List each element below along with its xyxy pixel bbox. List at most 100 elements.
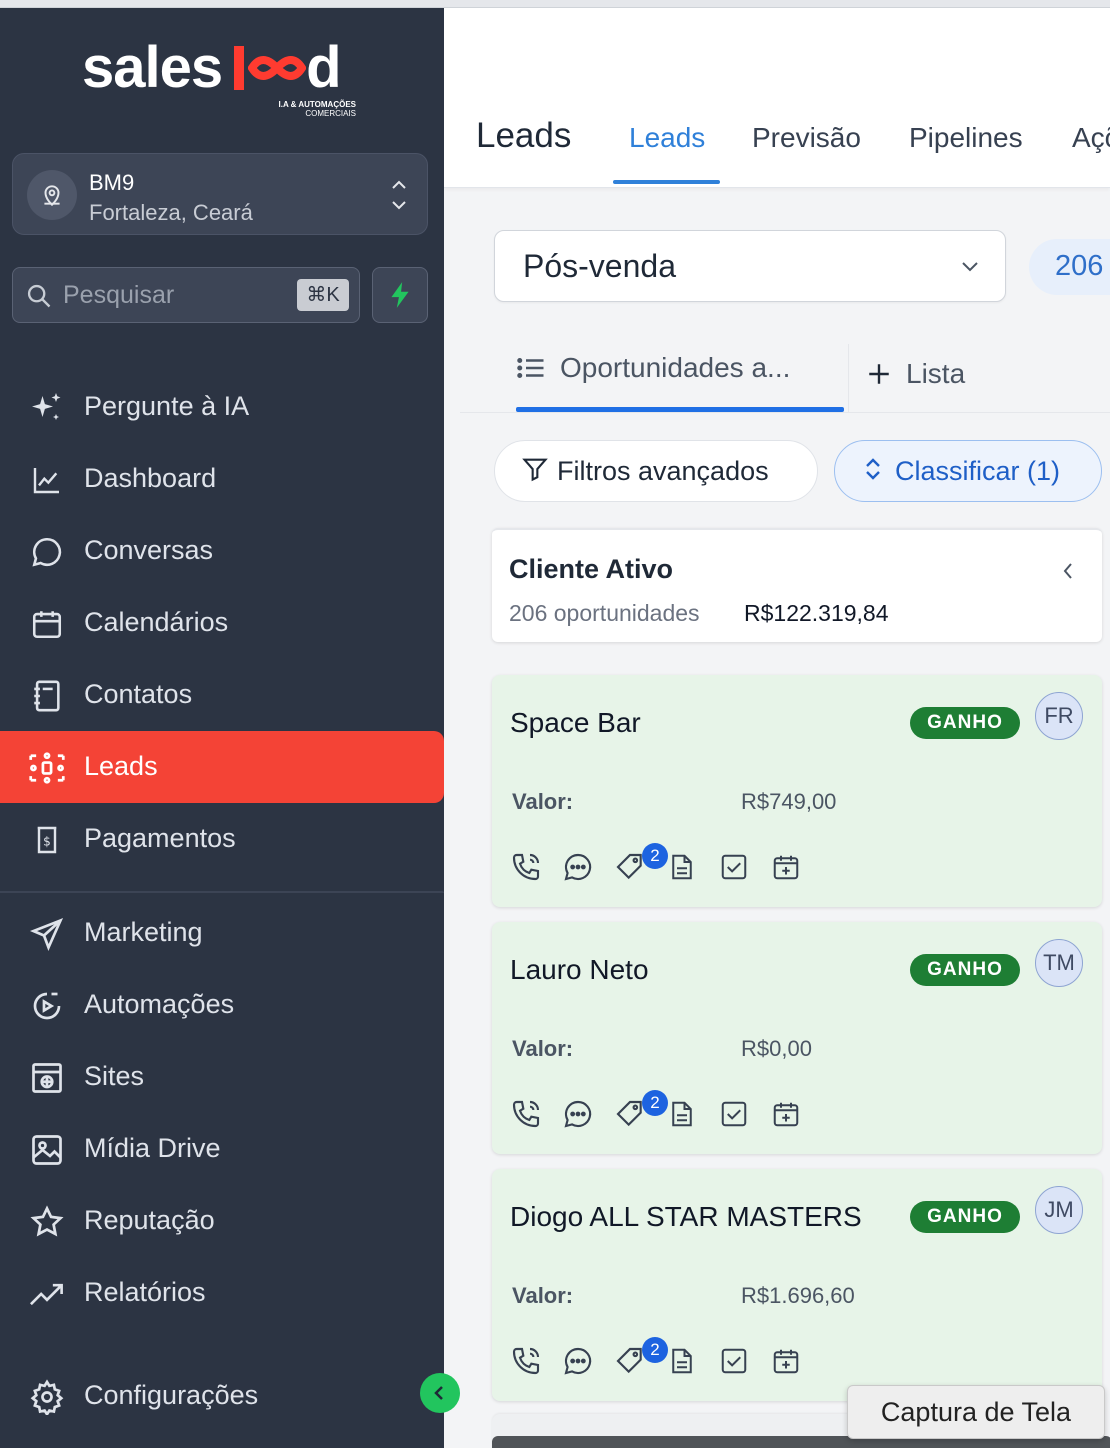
nav-item-contatos[interactable]: Contatos (0, 659, 444, 731)
chat-bubble-icon (28, 533, 66, 571)
browser-top-strip (0, 0, 1110, 8)
chevron-down-icon (959, 255, 981, 282)
gear-icon (28, 1378, 66, 1416)
page-title: Leads (476, 116, 572, 155)
search-input[interactable]: Pesquisar ⌘K (12, 267, 360, 323)
calendar-add-icon[interactable] (768, 849, 804, 885)
tab-acoes[interactable]: Açõ (1072, 122, 1110, 154)
advanced-filters-button[interactable]: Filtros avançados (494, 440, 818, 502)
nav-label: Relatórios (84, 1277, 206, 1307)
nav-item-configuracoes[interactable]: Configurações (0, 1360, 444, 1432)
nav-label: Pagamentos (84, 823, 236, 853)
location-city: Fortaleza, Ceará (89, 200, 253, 225)
opportunity-name: Lauro Neto (510, 954, 649, 985)
view-tab-opportunities[interactable]: Oportunidades a... (516, 352, 790, 384)
leads-network-icon (28, 749, 66, 787)
phone-call-icon[interactable] (508, 1343, 544, 1379)
globe-window-icon (28, 1059, 66, 1097)
opportunity-card[interactable]: Lauro Neto GANHO TM Valor: R$0,00 2 (492, 922, 1102, 1154)
nav-label: Configurações (84, 1380, 259, 1410)
owner-avatar[interactable]: TM (1035, 939, 1083, 987)
message-icon[interactable] (560, 1096, 596, 1132)
opportunity-name: Space Bar (510, 707, 641, 738)
calendar-add-icon[interactable] (768, 1343, 804, 1379)
status-badge: GANHO (910, 707, 1020, 739)
task-checkbox-icon[interactable] (716, 1343, 752, 1379)
nav-item-conversas[interactable]: Conversas (0, 515, 444, 587)
image-icon (28, 1131, 66, 1169)
value-label: Valor: (512, 789, 574, 814)
location-switcher[interactable]: BM9 Fortaleza, Ceará (12, 153, 428, 235)
nav-label: Marketing (84, 917, 203, 947)
pipeline-select[interactable]: Pós-venda (494, 230, 1006, 302)
nav-item-automacoes[interactable]: Automações (0, 969, 444, 1041)
brand-logo[interactable]: sales d I.A & AUTOMAÇÕES COMERCIAIS (82, 38, 362, 126)
stage-title: Cliente Ativo (509, 554, 674, 584)
message-icon[interactable] (560, 1343, 596, 1379)
sidebar-collapse-button[interactable] (420, 1373, 460, 1413)
view-tab-label: Oportunidades a... (560, 352, 791, 383)
nav-item-marketing[interactable]: Marketing (0, 897, 444, 969)
nav-label: Conversas (84, 535, 214, 565)
sidebar: sales d I.A & AUTOMAÇÕES COMERCIAIS BM9 F… (0, 8, 444, 1448)
task-checkbox-icon[interactable] (716, 849, 752, 885)
lightning-bolt-icon (391, 282, 409, 308)
nav-item-dashboard[interactable]: Dashboard (0, 443, 444, 515)
status-badge: GANHO (910, 1201, 1020, 1233)
opportunity-card[interactable]: Diogo ALL STAR MASTERS GANHO JM Valor: R… (492, 1169, 1102, 1401)
owner-avatar[interactable]: FR (1035, 692, 1083, 740)
page-header: Leads Leads Previsão Pipelines Açõ (444, 8, 1110, 188)
note-document-icon[interactable] (664, 1096, 700, 1132)
nav-item-midia-drive[interactable]: Mídia Drive (0, 1113, 444, 1185)
add-list-label: Lista (906, 358, 966, 389)
value-label: Valor: (512, 1283, 574, 1308)
sparkles-icon (28, 389, 66, 427)
nav-item-calendarios[interactable]: Calendários (0, 587, 444, 659)
phone-call-icon[interactable] (508, 849, 544, 885)
nav-item-leads[interactable]: Leads (0, 731, 444, 803)
nav-label: Leads (84, 751, 158, 781)
note-document-icon[interactable] (664, 849, 700, 885)
chevron-left-icon[interactable] (1060, 560, 1076, 587)
tab-leads[interactable]: Leads (629, 122, 705, 154)
screenshot-tooltip: Captura de Tela (847, 1385, 1105, 1439)
filter-icon (521, 455, 549, 488)
nav-item-relatorios[interactable]: Relatórios (0, 1257, 444, 1329)
tab-pipelines[interactable]: Pipelines (909, 122, 1023, 154)
stage-total-value: R$122.319,84 (744, 600, 889, 626)
nav-item-sites[interactable]: Sites (0, 1041, 444, 1113)
value-label: Valor: (512, 1036, 574, 1061)
calendar-add-icon[interactable] (768, 1096, 804, 1132)
svg-text:$: $ (43, 834, 51, 848)
stage-count: 206 oportunidades (509, 600, 700, 626)
phone-call-icon[interactable] (508, 1096, 544, 1132)
sort-label: Classificar (1) (895, 455, 1061, 486)
nav-item-pagamentos[interactable]: $ Pagamentos (0, 803, 444, 875)
nav-label: Reputação (84, 1205, 215, 1235)
nav-item-pergunte-ia[interactable]: Pergunte à IA (0, 371, 444, 443)
logo-wordmark: sales d (82, 35, 342, 100)
search-placeholder: Pesquisar (63, 281, 175, 309)
quick-actions-button[interactable] (372, 267, 428, 323)
calendar-icon (28, 605, 66, 643)
note-document-icon[interactable] (664, 1343, 700, 1379)
view-divider (848, 344, 849, 412)
sidebar-divider (0, 891, 444, 893)
opportunity-name: Diogo ALL STAR MASTERS (510, 1201, 862, 1232)
card-actions: 2 (508, 1337, 828, 1379)
add-list-button[interactable]: Lista (866, 358, 965, 390)
task-checkbox-icon[interactable] (716, 1096, 752, 1132)
tab-previsao[interactable]: Previsão (752, 122, 861, 154)
nav-item-reputacao[interactable]: Reputação (0, 1185, 444, 1257)
sort-button[interactable]: Classificar (1) (834, 440, 1102, 502)
plus-icon (869, 364, 889, 384)
owner-avatar[interactable]: JM (1035, 1186, 1083, 1234)
chevron-up-down-icon (389, 176, 409, 219)
message-icon[interactable] (560, 849, 596, 885)
opportunities-count: 206 (1055, 250, 1104, 282)
main-content: Leads Leads Previsão Pipelines Açõ Pós-v… (444, 8, 1110, 1448)
play-circle-icon (28, 987, 66, 1025)
opportunity-card[interactable]: Space Bar GANHO FR Valor: R$749,00 2 (492, 675, 1102, 907)
nav-label: Pergunte à IA (84, 391, 250, 421)
nav-label: Automações (84, 989, 235, 1019)
